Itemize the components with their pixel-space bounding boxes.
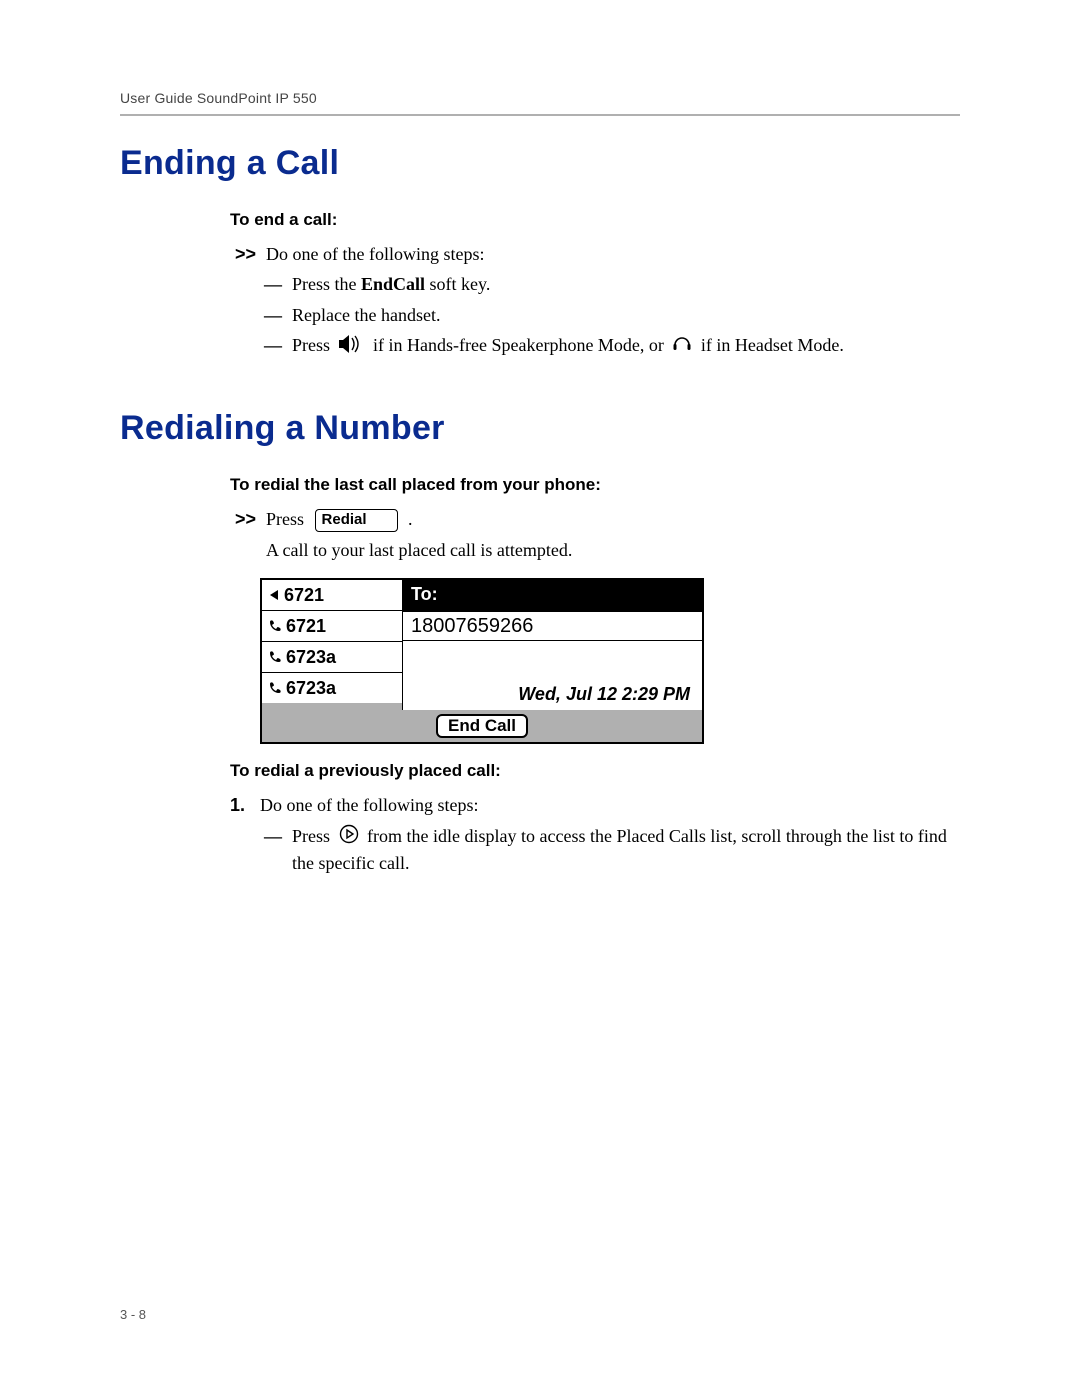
redial-result-text: A call to your last placed call is attem… xyxy=(266,538,572,562)
phone-screen-datetime: Wed, Jul 12 2:29 PM xyxy=(403,682,702,710)
phone-icon xyxy=(268,681,282,695)
line-key-1-label: 6721 xyxy=(284,583,324,607)
headset-icon xyxy=(672,335,692,359)
redialing-content: To redial the last call placed from your… xyxy=(230,474,960,875)
subhead-redial-previous: To redial a previously placed call: xyxy=(230,760,960,783)
speakerphone-icon xyxy=(339,335,365,359)
opt3-post: if in Headset Mode. xyxy=(701,335,844,355)
dash-marker: — xyxy=(264,272,282,296)
opt3-pre: Press xyxy=(292,335,335,355)
section-heading-ending-call: Ending a Call xyxy=(120,144,960,183)
phone-icon xyxy=(268,619,282,633)
line-key-2-label: 6721 xyxy=(286,614,326,638)
subhead-redial-last: To redial the last call placed from your… xyxy=(230,474,960,497)
dash-marker: — xyxy=(264,303,282,327)
redial-press-pre: Press xyxy=(266,509,309,529)
running-head: User Guide SoundPoint IP 550 xyxy=(120,90,960,106)
opt2-text: Replace the handset. xyxy=(292,303,960,327)
step-number: 1. xyxy=(230,793,250,817)
step-text: Do one of the following steps: xyxy=(266,242,484,266)
line-key-4-label: 6723a xyxy=(286,676,336,700)
opt1-post: soft key. xyxy=(425,274,490,294)
redial-press-post: . xyxy=(408,509,413,529)
redial-prev-post: from the idle display to access the Plac… xyxy=(292,826,947,873)
phone-icon xyxy=(268,650,282,664)
right-arrow-key-icon xyxy=(339,824,359,850)
section-heading-redialing: Redialing a Number xyxy=(120,409,960,448)
step-redial-prev-1: 1. Do one of the following steps: xyxy=(230,793,960,817)
page-number: 3 - 8 xyxy=(120,1307,146,1322)
active-line-icon xyxy=(268,588,280,602)
redial-prev-option-1: — Press from the idle display to access … xyxy=(264,824,960,875)
step-marker: >> xyxy=(230,242,256,266)
dash-marker: — xyxy=(264,333,282,357)
redial-prev-pre: Press xyxy=(292,826,335,846)
step-marker: >> xyxy=(230,507,256,531)
line-key-3-label: 6723a xyxy=(286,645,336,669)
header-divider xyxy=(120,114,960,116)
opt3-mid: if in Hands-free Speakerphone Mode, or xyxy=(373,335,668,355)
dash-marker: — xyxy=(264,824,282,848)
end-call-option-2: — Replace the handset. xyxy=(264,303,960,327)
phone-screen-softkey-bar: End Call xyxy=(262,710,702,742)
end-call-option-3: — Press if in Hands-free Speakerphone Mo… xyxy=(264,333,960,359)
line-key-1: 6721 xyxy=(262,580,402,611)
phone-screen-title: To: xyxy=(403,580,702,612)
softkey-end-call: End Call xyxy=(436,714,528,738)
line-key-2: 6721 xyxy=(262,611,402,642)
step-end-call: >> Do one of the following steps: xyxy=(230,242,960,266)
step-redial-prev-1-text: Do one of the following steps: xyxy=(260,793,478,817)
ending-call-content: To end a call: >> Do one of the followin… xyxy=(230,209,960,359)
dialed-number: 18007659266 xyxy=(403,612,702,641)
phone-screen-line-keys: 6721 6721 6723a xyxy=(262,580,403,710)
phone-screen-main: To: 18007659266 Wed, Jul 12 2:29 PM xyxy=(403,580,702,710)
line-key-3: 6723a xyxy=(262,642,402,673)
endcall-softkey-name: EndCall xyxy=(361,274,425,294)
end-call-option-1: — Press the EndCall soft key. xyxy=(264,272,960,296)
line-key-4: 6723a xyxy=(262,673,402,703)
phone-screen: 6721 6721 6723a xyxy=(260,578,960,744)
subhead-end-a-call: To end a call: xyxy=(230,209,960,232)
opt1-pre: Press the xyxy=(292,274,361,294)
redial-keycap: Redial xyxy=(315,509,398,532)
page: User Guide SoundPoint IP 550 Ending a Ca… xyxy=(0,0,1080,1397)
step-redial-last: >> Press Redial . A call to your last pl… xyxy=(230,507,960,563)
